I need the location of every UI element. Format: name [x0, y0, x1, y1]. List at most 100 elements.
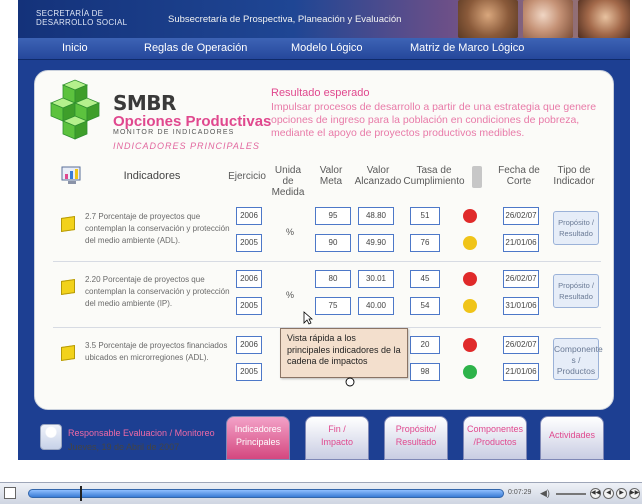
status-dot-red [463, 338, 477, 352]
ejercicio-field[interactable]: 2006 [236, 270, 262, 288]
user-icon [40, 424, 62, 450]
note-icon[interactable] [61, 216, 75, 232]
unidad-medida: % [286, 290, 295, 300]
tab-indicadores-principales[interactable]: Indicadores Principales [226, 416, 290, 460]
valor-alcanzado-field[interactable]: 30.01 [358, 270, 394, 288]
fecha-corte-field[interactable]: 26/02/07 [503, 270, 539, 288]
volume-slider[interactable] [556, 493, 586, 495]
header-indicadores: Indicadores [123, 170, 181, 182]
fecha-corte-field[interactable]: 31/01/06 [503, 297, 539, 315]
tipo-indicador-badge[interactable]: Propósito / Resultado [553, 274, 599, 308]
nav-inicio[interactable]: Inicio [62, 42, 88, 54]
tasa-field[interactable]: 54 [410, 297, 440, 315]
tooltip: Vista rápida a los principales indicador… [280, 328, 408, 378]
tab-label: Actividades [548, 430, 596, 440]
play-icon[interactable]: ▶ [616, 488, 627, 499]
header-ejercicio: Ejercicio [228, 171, 266, 182]
responsable-label: Responsable Evaluacion / Monitoreo [68, 428, 215, 438]
header-tasa-cumplimiento: Tasa de Cumplimiento [403, 165, 465, 187]
forward-icon[interactable]: ▶▶ [629, 488, 640, 499]
banner-photo [578, 0, 630, 38]
nav-reglas-de-operacion[interactable]: Reglas de Operación [144, 42, 247, 54]
valor-meta-field[interactable]: 90 [315, 234, 351, 252]
tipo-indicador-badge[interactable]: Propósito / Resultado [553, 211, 599, 245]
document-icon[interactable] [4, 487, 16, 499]
media-player-bar: 0:07:29 ◀) ◀◀ ◀ ▶ ▶▶ [0, 482, 642, 504]
indicator-description: 3.5 Porcentaje de proyectos financiados … [85, 341, 228, 362]
resultado-text: Impulsar procesos de desarrollo a partir… [271, 101, 597, 139]
prev-icon[interactable]: ◀ [603, 488, 614, 499]
subsecretaria-title: Subsecretaría de Prospectiva, Planeación… [168, 14, 402, 25]
resultado-title: Resultado esperado [271, 87, 370, 99]
valor-alcanzado-field[interactable]: 48.80 [358, 207, 394, 225]
fecha-corte-field[interactable]: 26/02/07 [503, 207, 539, 225]
banner-photo [458, 0, 518, 38]
banner-photo [523, 0, 573, 38]
tasa-field[interactable]: 51 [410, 207, 440, 225]
valor-alcanzado-field[interactable]: 49.90 [358, 234, 394, 252]
valor-meta-field[interactable]: 95 [315, 207, 351, 225]
semaphore-header-icon [472, 166, 482, 188]
hand-cursor-icon [345, 377, 355, 387]
ejercicio-field[interactable]: 2006 [236, 207, 262, 225]
tab-proposito-resultado[interactable]: Propósito/ Resultado [384, 416, 448, 460]
tab-label: Principales [235, 437, 281, 447]
org-line-2: DESARROLLO SOCIAL [36, 18, 128, 27]
fecha-corte-field[interactable]: 21/01/06 [503, 363, 539, 381]
playhead[interactable] [80, 486, 82, 501]
indicator-description: 2.20 Porcentaje de proyectos que contemp… [85, 275, 230, 308]
valor-meta-field[interactable]: 80 [315, 270, 351, 288]
tab-label: Propósito/ [395, 424, 437, 434]
note-icon[interactable] [61, 345, 75, 361]
monitor-chart-icon [61, 166, 81, 184]
logo-smbr: SMBR [113, 91, 176, 115]
nav-modelo-logico[interactable]: Modelo Lógico [291, 42, 363, 54]
status-dot-red [463, 209, 477, 223]
tasa-field[interactable]: 98 [410, 363, 440, 381]
footer: Responsable Evaluacion / Monitoreo Jueve… [32, 416, 622, 464]
status-dot-green [463, 365, 477, 379]
org-name: SECRETARÍA DE DESARROLLO SOCIAL [36, 9, 127, 27]
logo-opciones-productivas: Opciones Productivas [113, 113, 272, 130]
tasa-field[interactable]: 45 [410, 270, 440, 288]
status-dot-red [463, 272, 477, 286]
tipo-indicador-badge[interactable]: Componente s / Productos [553, 338, 603, 380]
table-row: 2.20 Porcentaje de proyectos que contemp… [53, 261, 601, 323]
top-nav: Inicio Reglas de Operación Modelo Lógico… [18, 38, 630, 60]
ejercicio-field[interactable]: 2005 [236, 234, 262, 252]
tab-actividades[interactable]: Actividades [540, 416, 604, 460]
tab-label: Fin / [328, 424, 346, 434]
nav-matriz-marco-logico[interactable]: Matriz de Marco Lógico [410, 42, 524, 54]
tasa-field[interactable]: 20 [410, 336, 440, 354]
unidad-medida: % [286, 227, 295, 237]
tab-label: Indicadores [234, 424, 282, 434]
time-readout: 0:07:29 [508, 489, 532, 496]
indicator-description: 2.7 Porcentaje de proyectos que contempl… [85, 212, 230, 245]
tasa-field[interactable]: 76 [410, 234, 440, 252]
volume-icon[interactable]: ◀) [540, 488, 550, 499]
tab-componentes-productos[interactable]: Componentes /Productos [463, 416, 527, 460]
tab-label: Componentes [466, 424, 524, 434]
logo-indicadores-principales: INDICADORES PRINCIPALES [113, 141, 260, 151]
org-line-1: SECRETARÍA DE [36, 9, 104, 18]
valor-meta-field[interactable]: 75 [315, 297, 351, 315]
tab-fin-impacto[interactable]: Fin / Impacto [305, 416, 369, 460]
header-banner: SECRETARÍA DE DESARROLLO SOCIAL Subsecre… [18, 0, 630, 38]
valor-alcanzado-field[interactable]: 40.00 [358, 297, 394, 315]
cubes-logo-icon [49, 79, 101, 140]
header-tipo-indicador: Tipo de Indicador [553, 165, 595, 187]
ejercicio-field[interactable]: 2006 [236, 336, 262, 354]
tab-label: Impacto [320, 437, 353, 447]
tab-label: Resultado [395, 437, 437, 447]
fecha-corte-field[interactable]: 26/02/07 [503, 336, 539, 354]
ejercicio-field[interactable]: 2005 [236, 297, 262, 315]
ejercicio-field[interactable]: 2005 [236, 363, 262, 381]
note-icon[interactable] [61, 279, 75, 295]
rewind-icon[interactable]: ◀◀ [590, 488, 601, 499]
header-valor-meta: Valor Meta [319, 165, 343, 187]
fecha-corte-field[interactable]: 21/01/06 [503, 234, 539, 252]
header-fecha-corte: Fecha de Corte [498, 165, 540, 187]
seek-bar[interactable] [28, 489, 504, 498]
tab-label: /Productos [473, 437, 517, 447]
current-date: Jueves, 19 de Abril de 2007 [68, 442, 180, 452]
